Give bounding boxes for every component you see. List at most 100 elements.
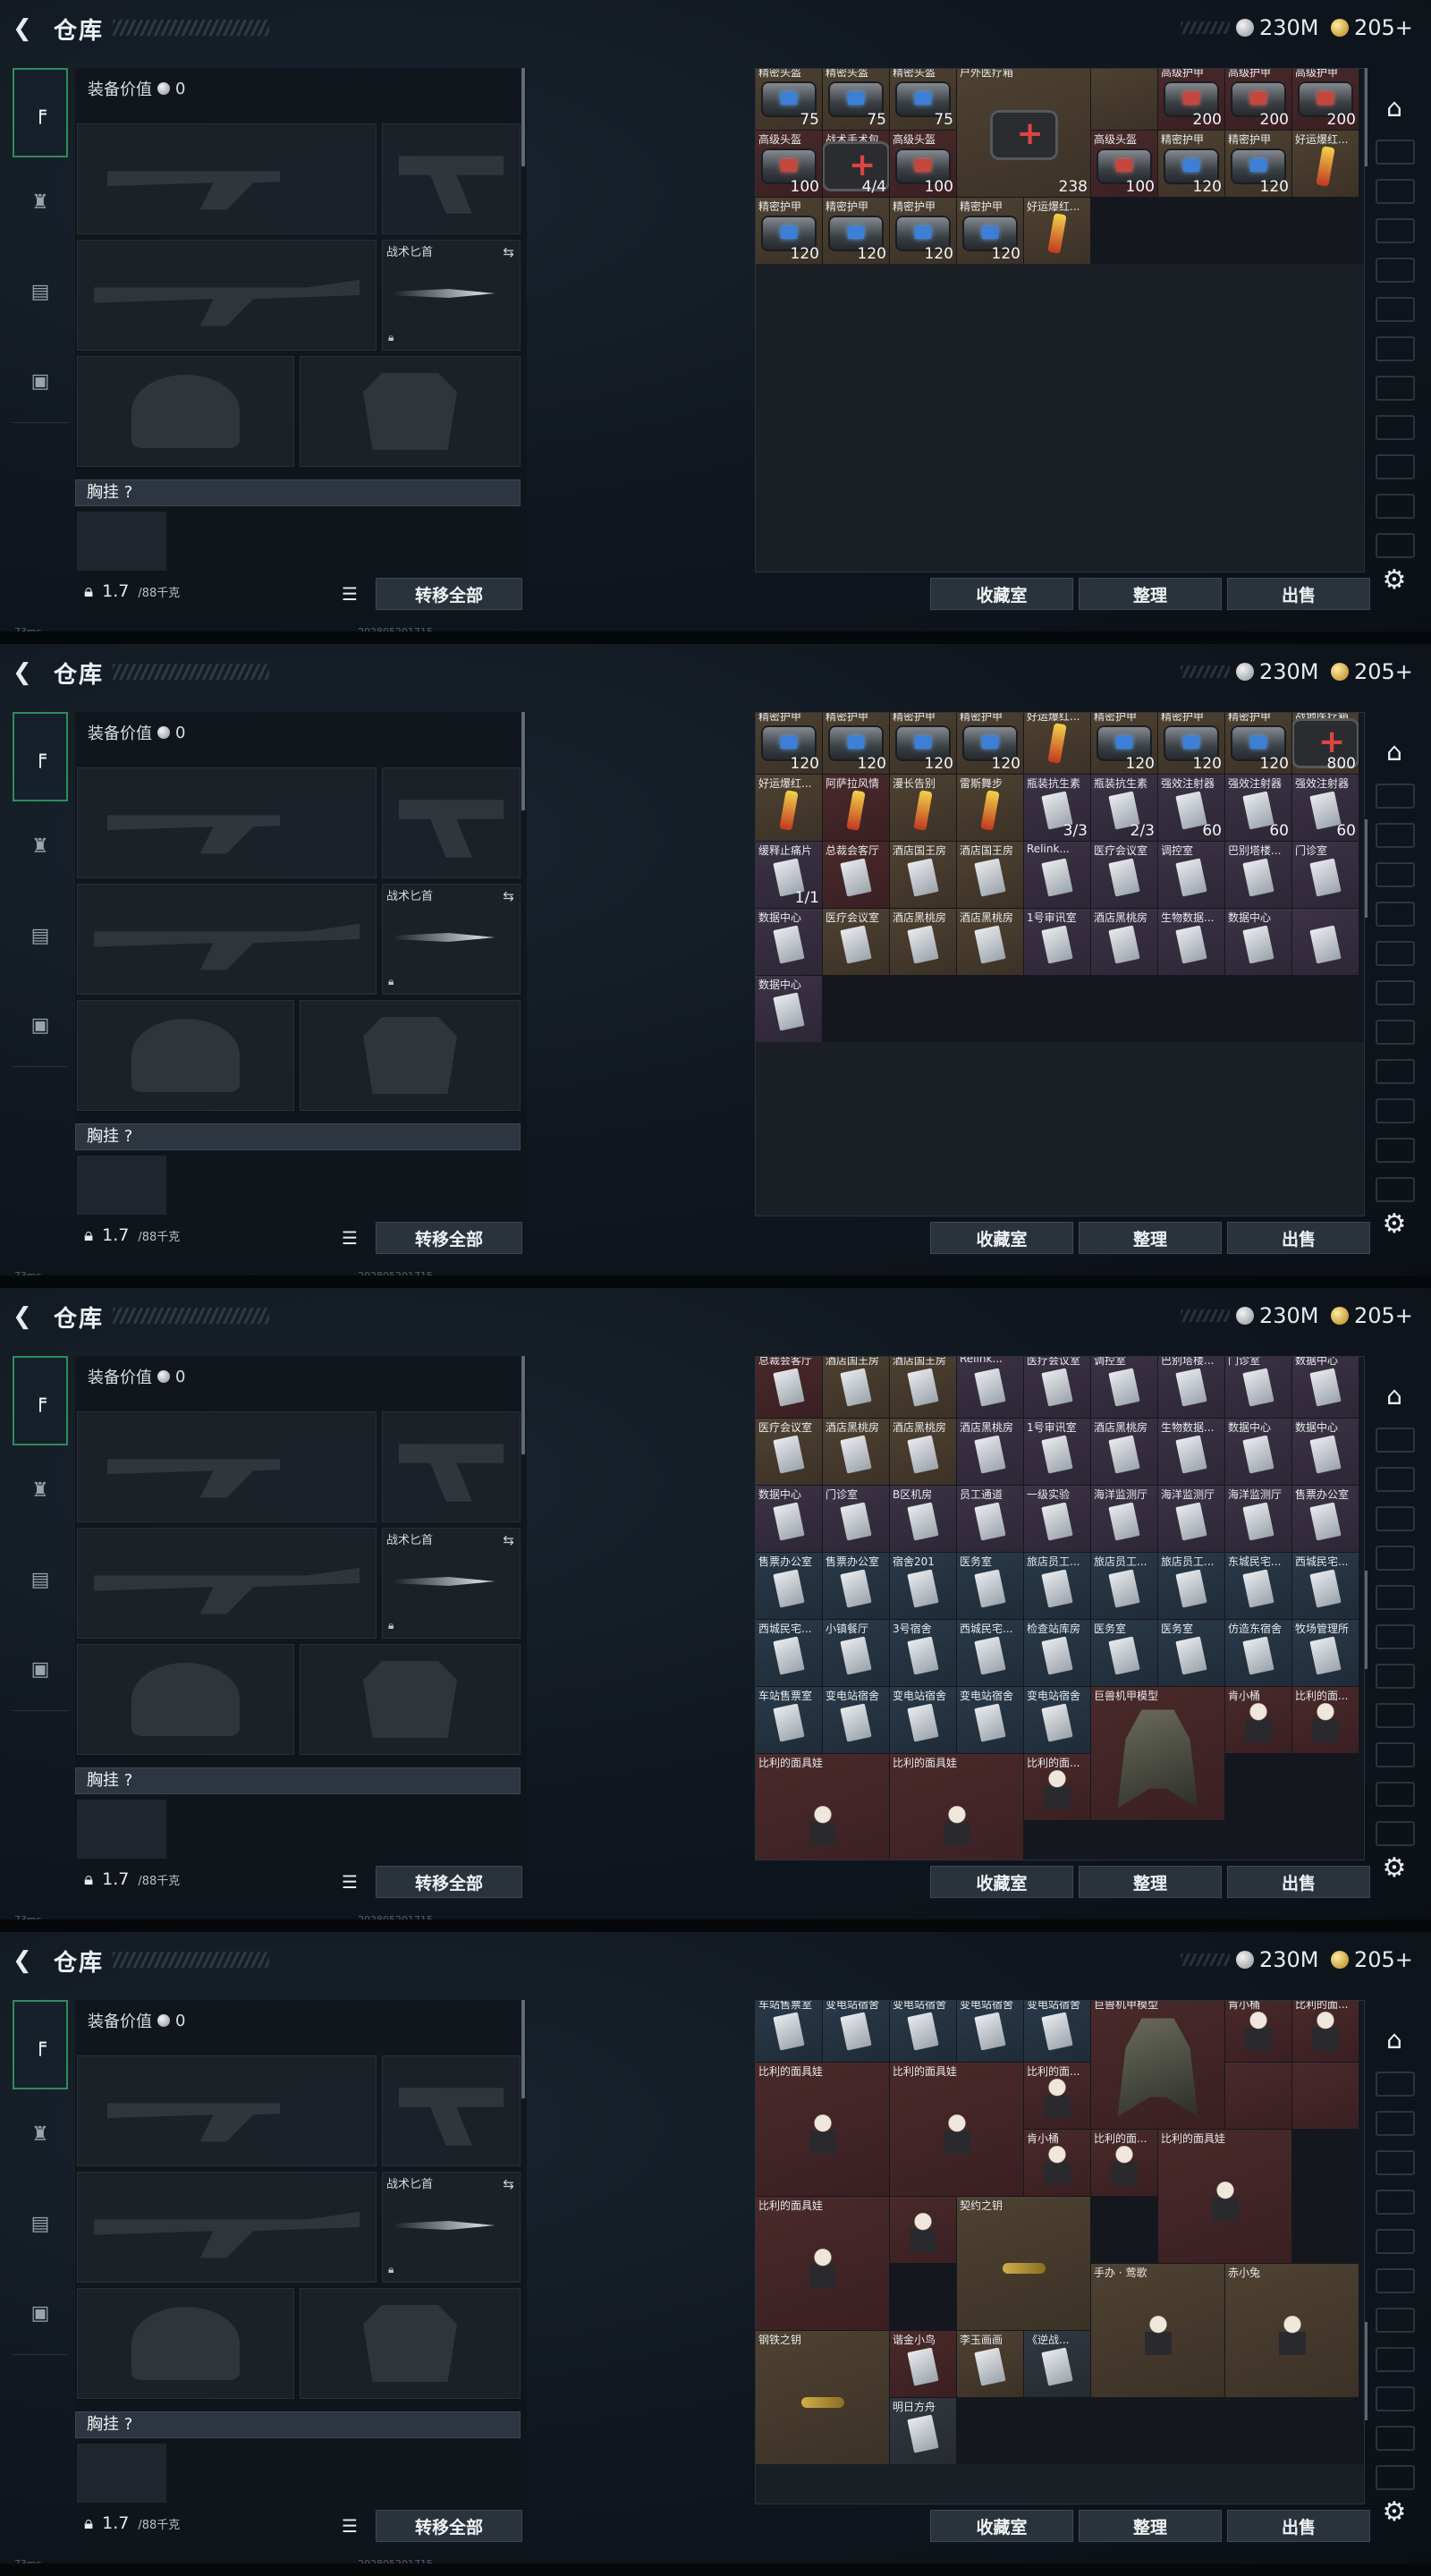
chest-rig-slot[interactable] bbox=[77, 1156, 166, 1215]
grid-item[interactable]: 变电站宿舍 bbox=[957, 2001, 1023, 2062]
grid-item[interactable]: 精密护甲 120 bbox=[756, 198, 822, 264]
home-icon[interactable]: ⌂ bbox=[1379, 2027, 1410, 2054]
grid-item[interactable]: 精密护甲 120 bbox=[957, 713, 1023, 774]
back-arrow-icon[interactable]: ❮ bbox=[13, 1304, 39, 1329]
gold-currency[interactable]: 205+ bbox=[1331, 1946, 1413, 1973]
storage-tab-icon[interactable] bbox=[1376, 376, 1415, 401]
grid-item[interactable]: 比利的面... bbox=[1024, 2063, 1090, 2129]
grid-item[interactable]: 精密护甲 120 bbox=[890, 198, 956, 264]
armor-slot[interactable] bbox=[300, 2288, 521, 2399]
grid-item[interactable]: 好运爆红... bbox=[1024, 198, 1090, 264]
nav-case[interactable]: ▣ bbox=[13, 336, 68, 426]
grid-item[interactable]: 钢铁之钥 bbox=[756, 2331, 889, 2464]
equipment-scrollbar[interactable] bbox=[521, 2000, 525, 2098]
primary-weapon-slot[interactable] bbox=[77, 1411, 377, 1522]
grid-item[interactable]: 数据中心 bbox=[756, 1486, 822, 1552]
storage-tab-icon[interactable] bbox=[1376, 140, 1415, 165]
grid-item[interactable]: 瓶装抗生素 2/3 bbox=[1091, 775, 1157, 841]
grid-item[interactable]: 调控室 bbox=[1091, 1357, 1157, 1418]
pistol-slot[interactable] bbox=[382, 767, 521, 878]
gold-currency[interactable]: 205+ bbox=[1331, 14, 1413, 41]
grid-item[interactable]: 员工通道 bbox=[957, 1486, 1023, 1552]
gear-icon[interactable]: ⚙ bbox=[1379, 2497, 1410, 2528]
grid-item[interactable]: 车站售票室 bbox=[756, 2001, 822, 2062]
grid-item[interactable]: 高级护甲 200 bbox=[1158, 69, 1224, 130]
nav-backpack[interactable]: ▤ bbox=[13, 247, 68, 336]
storage-tab-icon[interactable] bbox=[1376, 179, 1415, 204]
nav-backpack[interactable]: ▤ bbox=[13, 1535, 68, 1624]
grid-item[interactable]: 瓶装抗生素 3/3 bbox=[1024, 775, 1090, 841]
grid-item[interactable]: 车站售票室 bbox=[756, 1687, 822, 1753]
grid-item[interactable]: 变电站宿舍 bbox=[957, 1687, 1023, 1753]
grid-item[interactable]: 3号宿舍 bbox=[890, 1620, 956, 1686]
swap-icon[interactable]: ⇆ bbox=[503, 888, 514, 904]
grid-item[interactable]: 东城民宅... bbox=[1225, 1553, 1291, 1619]
primary-weapon-slot[interactable] bbox=[77, 2055, 377, 2166]
grid-item[interactable]: 变电站宿舍 bbox=[1024, 1687, 1090, 1753]
grid-item[interactable]: 海洋监测厅 bbox=[1158, 1486, 1224, 1552]
home-icon[interactable]: ⌂ bbox=[1379, 739, 1410, 766]
grid-item[interactable]: 好运爆红... bbox=[1292, 131, 1359, 197]
transfer-all-button[interactable]: 转移全部 bbox=[376, 1222, 522, 1254]
storage-tab-icon[interactable] bbox=[1376, 2386, 1415, 2411]
grid-item[interactable]: 酒店国王房 bbox=[890, 1357, 956, 1418]
chest-rig-header[interactable]: 胸挂 ? bbox=[75, 1767, 521, 1794]
storage-tab-icon[interactable] bbox=[1376, 1703, 1415, 1728]
list-icon[interactable]: ☰ bbox=[342, 583, 365, 606]
storage-tab-icon[interactable] bbox=[1376, 494, 1415, 519]
grid-item[interactable]: 酒店国王房 bbox=[957, 842, 1023, 908]
grid-item[interactable]: 西城民宅... bbox=[756, 1620, 822, 1686]
storage-tab-icon[interactable] bbox=[1376, 1020, 1415, 1045]
grid-item[interactable]: 比利的面... bbox=[1024, 1754, 1090, 1820]
grid-item[interactable]: 牧场管理所 bbox=[1292, 1620, 1359, 1686]
grid-item[interactable]: 精密护甲 120 bbox=[890, 713, 956, 774]
grid-item[interactable]: 变电站宿舍 bbox=[890, 2001, 956, 2062]
grid-item[interactable]: 漫长告别 bbox=[890, 775, 956, 841]
storage-tab-icon[interactable] bbox=[1376, 1585, 1415, 1610]
helmet-slot[interactable] bbox=[77, 1644, 294, 1755]
nav-case[interactable]: ▣ bbox=[13, 2268, 68, 2358]
storage-tab-icon[interactable] bbox=[1376, 2190, 1415, 2215]
primary-weapon-slot[interactable] bbox=[77, 123, 377, 234]
storage-tab-icon[interactable] bbox=[1376, 415, 1415, 440]
melee-slot[interactable]: 战术匕首 ⇆ 🔒︎ bbox=[382, 2172, 521, 2283]
grid-item[interactable]: 比利的面具娃 bbox=[890, 2063, 1023, 2196]
grid-item[interactable]: 强效注射器 60 bbox=[1225, 775, 1291, 841]
grid-item[interactable]: 《逆战... bbox=[1024, 2331, 1090, 2397]
grid-item[interactable]: 肯小桶 bbox=[1225, 1687, 1291, 1753]
grid-item[interactable]: 李玉画画 bbox=[957, 2331, 1023, 2397]
chest-rig-header[interactable]: 胸挂 ? bbox=[75, 479, 521, 506]
grid-item[interactable]: 售票办公室 bbox=[823, 1553, 889, 1619]
gear-icon[interactable]: ⚙ bbox=[1379, 1209, 1410, 1240]
chest-rig-header[interactable]: 胸挂 ? bbox=[75, 2411, 521, 2438]
grid-item[interactable]: 检查站库房 bbox=[1024, 1620, 1090, 1686]
grid-item[interactable]: 变电站宿舍 bbox=[890, 1687, 956, 1753]
secondary-weapon-slot[interactable] bbox=[77, 884, 377, 995]
grid-item[interactable]: 强效注射器 60 bbox=[1158, 775, 1224, 841]
storage-tab-icon[interactable] bbox=[1376, 980, 1415, 1005]
grid-item[interactable]: 精密头盔 75 bbox=[890, 69, 956, 130]
nav-weapons[interactable]: ╒ bbox=[13, 1356, 68, 1445]
storage-tab-icon[interactable] bbox=[1376, 823, 1415, 848]
sell-button[interactable]: 出售 bbox=[1227, 578, 1370, 610]
grid-item[interactable]: 好运爆红... bbox=[1024, 713, 1090, 774]
nav-weapons[interactable]: ╒ bbox=[13, 712, 68, 801]
storage-tab-icon[interactable] bbox=[1376, 2426, 1415, 2451]
storage-tab-icon[interactable] bbox=[1376, 1138, 1415, 1163]
grid-item[interactable]: 精密护甲 120 bbox=[1158, 713, 1224, 774]
grid-item[interactable]: 阿萨拉风情 bbox=[823, 775, 889, 841]
grid-item[interactable]: 医疗会议室 bbox=[1091, 842, 1157, 908]
favorites-button[interactable]: 收藏室 bbox=[930, 2510, 1073, 2542]
transfer-all-button[interactable]: 转移全部 bbox=[376, 1866, 522, 1898]
armor-slot[interactable] bbox=[300, 1000, 521, 1111]
grid-item[interactable]: 精密护甲 120 bbox=[957, 198, 1023, 264]
grid-item[interactable]: 战术手术包4/4 bbox=[823, 131, 889, 197]
grid-item[interactable]: 强效注射器 60 bbox=[1292, 775, 1359, 841]
grid-item[interactable]: 巨兽机甲模型 bbox=[1091, 1687, 1224, 1820]
grid-item[interactable]: 酒店黑桃房 bbox=[957, 1419, 1023, 1485]
sell-button[interactable]: 出售 bbox=[1227, 2510, 1370, 2542]
chest-rig-slot[interactable] bbox=[77, 2444, 166, 2503]
grid-item[interactable]: 高级头盔 100 bbox=[1091, 131, 1157, 197]
helmet-slot[interactable] bbox=[77, 1000, 294, 1111]
grid-item[interactable]: 巨兽机甲模型 bbox=[1091, 2001, 1224, 2129]
